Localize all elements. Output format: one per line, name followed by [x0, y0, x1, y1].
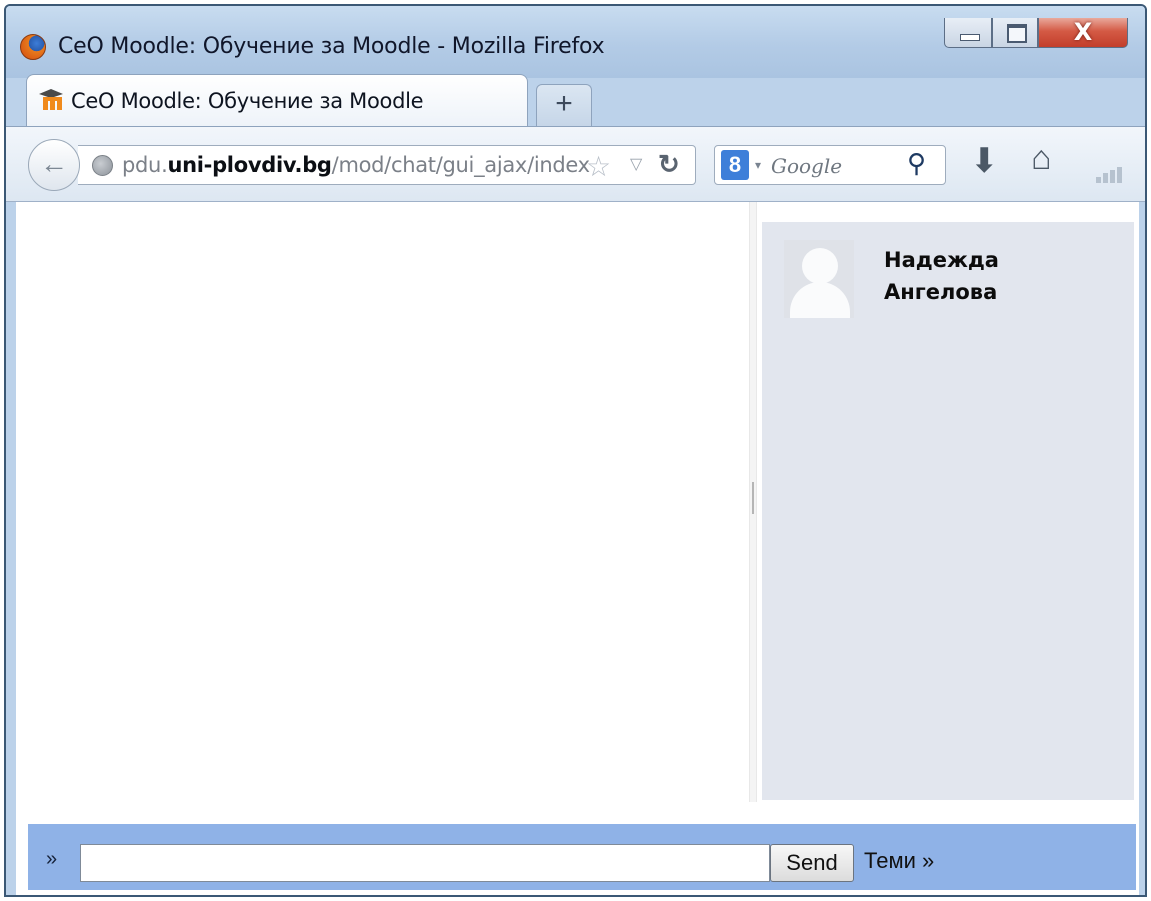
address-bar[interactable]: pdu.uni-plovdiv.bg/mod/chat/gui_ajax/ind…	[78, 145, 696, 185]
user-body-icon	[790, 282, 850, 318]
tab-moodle[interactable]: CeO Moodle: Обучение за Moodle	[26, 74, 528, 126]
close-button[interactable]: X	[1038, 18, 1128, 48]
minimize-button[interactable]	[944, 18, 992, 48]
back-button[interactable]: ←	[28, 139, 80, 191]
google-engine-icon[interactable]: 8	[721, 150, 749, 180]
bookmark-star-icon[interactable]: ☆	[586, 150, 611, 183]
maximize-button[interactable]	[992, 18, 1038, 48]
navigation-toolbar: pdu.uni-plovdiv.bg/mod/chat/gui_ajax/ind…	[6, 126, 1145, 202]
plus-icon: +	[555, 87, 573, 120]
firefox-logo-icon	[20, 34, 46, 60]
url-path: /mod/chat/gui_ajax/index.php	[331, 153, 590, 177]
prompt-marker: »	[46, 848, 58, 870]
title-bar[interactable]: CeO Moodle: Обучение за Moodle - Mozilla…	[6, 6, 1145, 78]
close-icon: X	[1073, 18, 1093, 46]
user-head-icon	[802, 248, 838, 284]
chat-messages-area[interactable]	[16, 202, 748, 802]
search-icon[interactable]: ⚲	[907, 148, 926, 179]
panel-splitter[interactable]	[749, 202, 757, 802]
globe-icon	[92, 155, 113, 176]
browser-window: CeO Moodle: Обучение за Moodle - Mozilla…	[4, 4, 1147, 897]
avatar[interactable]	[784, 240, 854, 318]
reload-icon[interactable]: ↻	[658, 149, 680, 180]
back-arrow-icon: ←	[40, 148, 68, 179]
message-input-bar: » Send Теми »	[28, 824, 1136, 890]
download-icon[interactable]: ⬇	[970, 141, 999, 181]
send-button[interactable]: Send	[770, 844, 854, 882]
moodle-favicon-icon	[39, 89, 63, 110]
splitter-grip-icon[interactable]	[752, 482, 754, 514]
new-tab-button[interactable]: +	[536, 84, 592, 126]
search-placeholder: Google	[771, 154, 843, 178]
home-icon[interactable]: ⌂	[1031, 139, 1052, 178]
page-content: Надежда Ангелова	[16, 202, 1139, 895]
url-text[interactable]: pdu.uni-plovdiv.bg/mod/chat/gui_ajax/ind…	[122, 153, 590, 177]
topics-link[interactable]: Теми »	[864, 848, 934, 874]
history-dropdown-icon[interactable]: ▽	[630, 154, 642, 174]
signal-bars-icon	[1096, 167, 1122, 183]
tab-label: CeO Moodle: Обучение за Moodle	[71, 89, 424, 113]
window-title: CeO Moodle: Обучение за Moodle - Mozilla…	[58, 34, 605, 59]
url-host: uni-plovdiv.bg	[167, 153, 332, 177]
search-bar[interactable]: 8 ▾ Google ⚲	[714, 145, 946, 185]
user-list-panel: Надежда Ангелова	[762, 222, 1134, 800]
message-input[interactable]	[80, 844, 770, 882]
user-name[interactable]: Надежда Ангелова	[884, 244, 1084, 308]
url-prefix: pdu.	[122, 153, 168, 177]
search-engine-dropdown-icon[interactable]: ▾	[755, 158, 761, 172]
